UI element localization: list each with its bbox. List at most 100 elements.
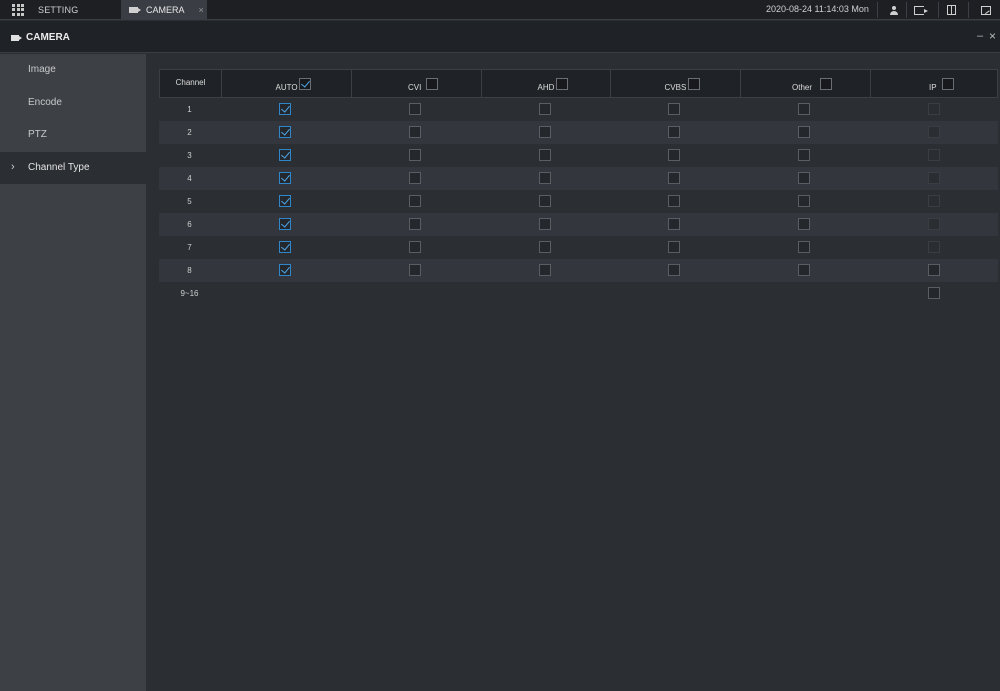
checkbox-cvi[interactable] xyxy=(409,264,421,276)
header-checkbox-other[interactable] xyxy=(820,78,832,90)
checkbox-ip[interactable] xyxy=(927,149,940,161)
table-header: Channel AUTO CVI AHD CVBS Other IP xyxy=(159,69,998,98)
table-row: 5 xyxy=(159,190,998,213)
channel-number: 6 xyxy=(187,220,192,229)
checkbox-ahd[interactable] xyxy=(538,172,551,184)
header-label-channel: Channel xyxy=(175,78,206,87)
header-label-other: Other xyxy=(792,83,813,92)
toolbar-separator xyxy=(877,2,878,18)
checkbox-ahd[interactable] xyxy=(538,241,551,253)
checkbox-ip[interactable] xyxy=(927,264,940,276)
table-row: 1 xyxy=(159,98,998,121)
sidebar-item-ptz[interactable]: PTZ xyxy=(0,119,146,151)
checkbox-ip[interactable] xyxy=(927,103,940,115)
checkbox-other[interactable] xyxy=(798,195,810,207)
checkbox-cvi[interactable] xyxy=(409,149,421,161)
checkbox-cvi[interactable] xyxy=(409,218,421,230)
table-row: 8 xyxy=(159,259,998,282)
checkbox-other[interactable] xyxy=(798,172,810,184)
toolbar-separator xyxy=(968,2,969,18)
checkbox-auto[interactable] xyxy=(279,218,291,230)
toolbar-separator xyxy=(938,2,939,18)
sidebar-item-label: Channel Type xyxy=(28,162,90,173)
layout-icon xyxy=(947,5,956,15)
header-label-cvi: CVI xyxy=(408,83,422,92)
checkbox-cvbs[interactable] xyxy=(668,149,680,161)
sidebar-item-encode[interactable]: Encode xyxy=(0,87,146,119)
table-row: 3 xyxy=(159,144,998,167)
header-checkbox-auto[interactable] xyxy=(298,78,311,90)
header-checkbox-ip[interactable] xyxy=(942,78,954,90)
checkbox-ip[interactable] xyxy=(927,126,940,138)
checkbox-cvbs[interactable] xyxy=(668,264,680,276)
checkbox-cvbs[interactable] xyxy=(668,172,680,184)
tab-setting[interactable]: SETTING xyxy=(38,5,78,15)
tab-camera[interactable]: CAMERA × xyxy=(121,0,207,20)
checkbox-cvi[interactable] xyxy=(409,103,421,115)
tab-camera-label: CAMERA xyxy=(146,5,185,15)
layout-button[interactable] xyxy=(947,0,956,20)
checkbox-other[interactable] xyxy=(798,126,810,138)
checkbox-auto[interactable] xyxy=(279,172,291,184)
checkbox-auto[interactable] xyxy=(279,103,291,115)
checkbox-cvbs[interactable] xyxy=(668,103,680,115)
sidebar-item-image[interactable]: Image xyxy=(0,54,146,86)
minimize-button[interactable]: – xyxy=(977,30,983,42)
checkbox-ip[interactable] xyxy=(927,195,940,207)
checkbox-other[interactable] xyxy=(798,264,810,276)
header-cell-channel: Channel xyxy=(160,70,221,97)
header-label-cvbs: CVBS xyxy=(664,83,687,92)
checkbox-other[interactable] xyxy=(798,241,810,253)
checkbox-auto[interactable] xyxy=(279,195,291,207)
checkbox-other[interactable] xyxy=(798,218,810,230)
channel-number: 8 xyxy=(187,266,192,275)
window-title: CAMERA xyxy=(26,32,70,43)
checkbox-cvi[interactable] xyxy=(409,172,421,184)
camera-icon xyxy=(129,7,141,13)
checkbox-ahd[interactable] xyxy=(538,218,551,230)
header-checkbox-ahd[interactable] xyxy=(555,78,568,90)
checkbox-ip[interactable] xyxy=(927,172,940,184)
checkbox-auto[interactable] xyxy=(279,149,291,161)
header-checkbox-cvi[interactable] xyxy=(426,78,438,90)
checkbox-cvi[interactable] xyxy=(409,126,421,138)
checkbox-ip[interactable] xyxy=(927,287,940,299)
apps-grid-icon[interactable] xyxy=(12,3,24,16)
checkbox-ip[interactable] xyxy=(927,218,940,230)
checkbox-auto[interactable] xyxy=(279,241,291,253)
checkbox-auto[interactable] xyxy=(279,126,291,138)
checkbox-other[interactable] xyxy=(798,103,810,115)
user-icon xyxy=(889,5,898,15)
logout-button[interactable] xyxy=(914,0,928,20)
checkbox-cvbs[interactable] xyxy=(668,126,680,138)
sidebar-item-label: Encode xyxy=(28,97,62,108)
user-button[interactable] xyxy=(889,0,898,20)
checkbox-cvi[interactable] xyxy=(409,195,421,207)
channel-number: 7 xyxy=(187,243,192,252)
checkbox-ahd[interactable] xyxy=(538,103,551,115)
tab-close-icon[interactable]: × xyxy=(199,5,204,15)
checkbox-ahd[interactable] xyxy=(538,126,551,138)
table-row: 9~16 xyxy=(159,282,998,305)
close-button[interactable]: × xyxy=(989,29,996,43)
checkbox-cvbs[interactable] xyxy=(668,241,680,253)
header-cell-cvi: CVI xyxy=(351,70,481,97)
table-row: 2 xyxy=(159,121,998,144)
checkbox-ip[interactable] xyxy=(927,241,940,253)
logout-icon xyxy=(914,5,928,15)
checkbox-ahd[interactable] xyxy=(538,264,551,276)
checkbox-ahd[interactable] xyxy=(538,195,551,207)
checkbox-auto[interactable] xyxy=(279,264,291,276)
checkbox-ahd[interactable] xyxy=(538,149,551,161)
sidebar-item-channel-type[interactable]: › Channel Type xyxy=(0,152,146,184)
monitor-button[interactable] xyxy=(981,0,991,20)
sidebar-item-label: PTZ xyxy=(28,129,47,140)
checkbox-other[interactable] xyxy=(798,149,810,161)
checkbox-cvi[interactable] xyxy=(409,241,421,253)
checkbox-cvbs[interactable] xyxy=(668,195,680,207)
channel-number: 2 xyxy=(187,128,192,137)
channel-number: 5 xyxy=(187,197,192,206)
header-checkbox-cvbs[interactable] xyxy=(687,78,700,90)
header-label-auto: AUTO xyxy=(275,83,298,92)
checkbox-cvbs[interactable] xyxy=(668,218,680,230)
